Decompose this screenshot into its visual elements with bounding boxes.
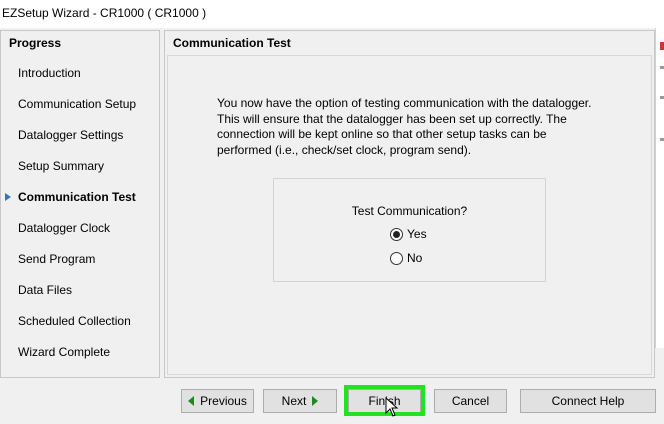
radio-option-no[interactable]: No — [390, 250, 422, 266]
mouse-pointer-icon — [385, 397, 399, 417]
step-setup-summary: Setup Summary — [18, 159, 105, 173]
radio-option-yes[interactable]: Yes — [390, 226, 427, 242]
progress-panel: Progress Introduction Communication Setu… — [0, 30, 160, 378]
step-wizard-complete: Wizard Complete — [18, 345, 111, 359]
next-button-label: Next — [281, 394, 307, 408]
step-communication-setup: Communication Setup — [18, 97, 137, 111]
arrow-left-icon — [188, 396, 195, 406]
arrow-right-icon — [312, 396, 319, 406]
content-area: You now have the option of testing commu… — [167, 55, 652, 375]
description-text: You now have the option of testing commu… — [217, 96, 592, 157]
title-bar: EZSetup Wizard - CR1000 ( CR1000 ) — [0, 0, 664, 28]
previous-button-label: Previous — [200, 394, 247, 408]
main-panel: Communication Test You now have the opti… — [164, 30, 655, 378]
background-window-edge — [655, 28, 664, 348]
window-title: EZSetup Wizard - CR1000 ( CR1000 ) — [2, 6, 207, 20]
cancel-button[interactable]: Cancel — [434, 389, 507, 413]
radio-checked-icon[interactable] — [390, 227, 403, 241]
next-button[interactable]: Next — [263, 389, 337, 413]
step-introduction: Introduction — [18, 66, 81, 80]
connect-help-button-label: Connect Help — [551, 394, 625, 408]
radio-label-no: No — [407, 251, 423, 265]
test-communication-group: Test Communication? Yes No — [273, 178, 546, 282]
edge-red-mark — [660, 42, 664, 50]
previous-button[interactable]: Previous — [181, 389, 254, 413]
step-datalogger-clock: Datalogger Clock — [18, 221, 111, 235]
step-communication-test: Communication Test — [18, 190, 136, 204]
edge-gray-mark — [660, 96, 664, 99]
step-data-files: Data Files — [18, 283, 73, 297]
step-datalogger-settings: Datalogger Settings — [18, 128, 124, 142]
step-scheduled-collection: Scheduled Collection — [18, 314, 131, 328]
page-title: Communication Test — [173, 36, 291, 50]
progress-title: Progress — [9, 36, 62, 50]
step-send-program: Send Program — [18, 252, 96, 266]
radio-unchecked-icon[interactable] — [390, 251, 403, 265]
connect-help-button[interactable]: Connect Help — [520, 389, 656, 413]
current-step-arrow-icon — [5, 193, 11, 201]
edge-gray-mark — [660, 66, 664, 69]
radio-label-yes: Yes — [407, 227, 427, 241]
cancel-button-label: Cancel — [451, 394, 490, 408]
edge-gray-mark — [660, 138, 664, 141]
test-communication-label: Test Communication? — [351, 204, 468, 218]
